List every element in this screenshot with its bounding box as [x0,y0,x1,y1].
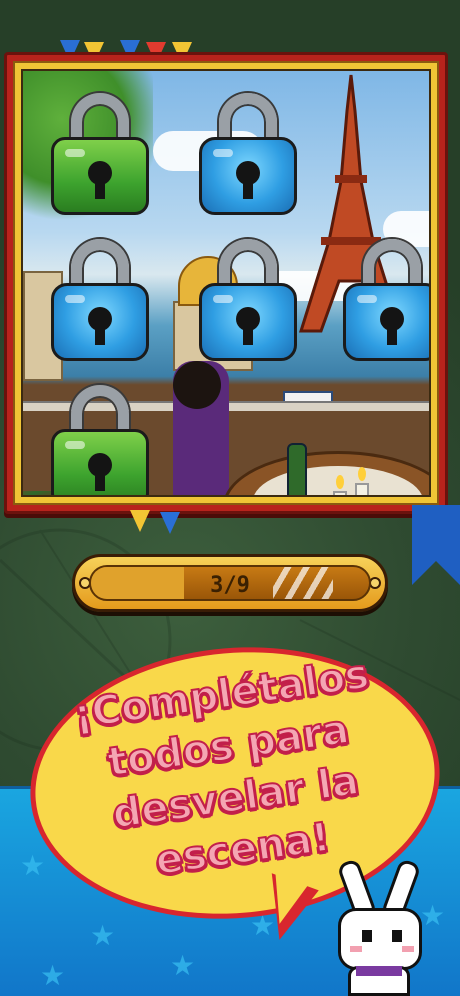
candle-flame [336,475,344,489]
pennant-flag [160,512,180,534]
keyhole-slot [95,469,105,491]
pennant-flag [130,510,150,532]
bunny-mascot [318,858,438,996]
padlock-shine [213,149,233,157]
keyhole-slot [243,323,253,345]
keyhole-slot [95,323,105,345]
padlock-shine [65,149,85,157]
padlock-shine [65,295,85,303]
progress-count: 3/9 [210,573,250,598]
candle-flame [358,467,366,481]
keyhole-slot [95,177,105,199]
bunny-scarf [356,966,402,976]
star-icon: ★ [90,919,116,952]
star-icon: ★ [170,949,196,982]
candle [355,483,369,495]
padlock-shine [357,295,377,303]
padlock-icon[interactable] [199,239,297,361]
bunny-eye [392,930,402,942]
candle [333,491,347,495]
character-head [173,361,221,409]
padlock-icon[interactable] [51,239,149,361]
padlock-icon[interactable] [51,385,149,495]
bunny-cheek [402,946,414,952]
puzzle-frame [4,52,448,514]
bunny-eye [362,930,372,942]
bunny-face [338,908,422,970]
star-icon: ★ [40,959,66,992]
keyhole-slot [243,177,253,199]
wine-bottle [287,443,307,495]
paris-scene[interactable] [21,69,431,497]
padlock-icon[interactable] [199,93,297,215]
star-icon: ★ [20,849,46,882]
bunny-cheek [350,946,362,952]
padlock-icon[interactable] [343,239,429,361]
progress-track: 3/9 [89,565,371,601]
progress-bar: 3/9 [72,554,388,612]
padlock-shine [213,295,233,303]
frame-border [13,61,439,505]
padlock-shine [65,441,85,449]
keyhole-slot [387,323,397,345]
padlock-icon[interactable] [51,93,149,215]
